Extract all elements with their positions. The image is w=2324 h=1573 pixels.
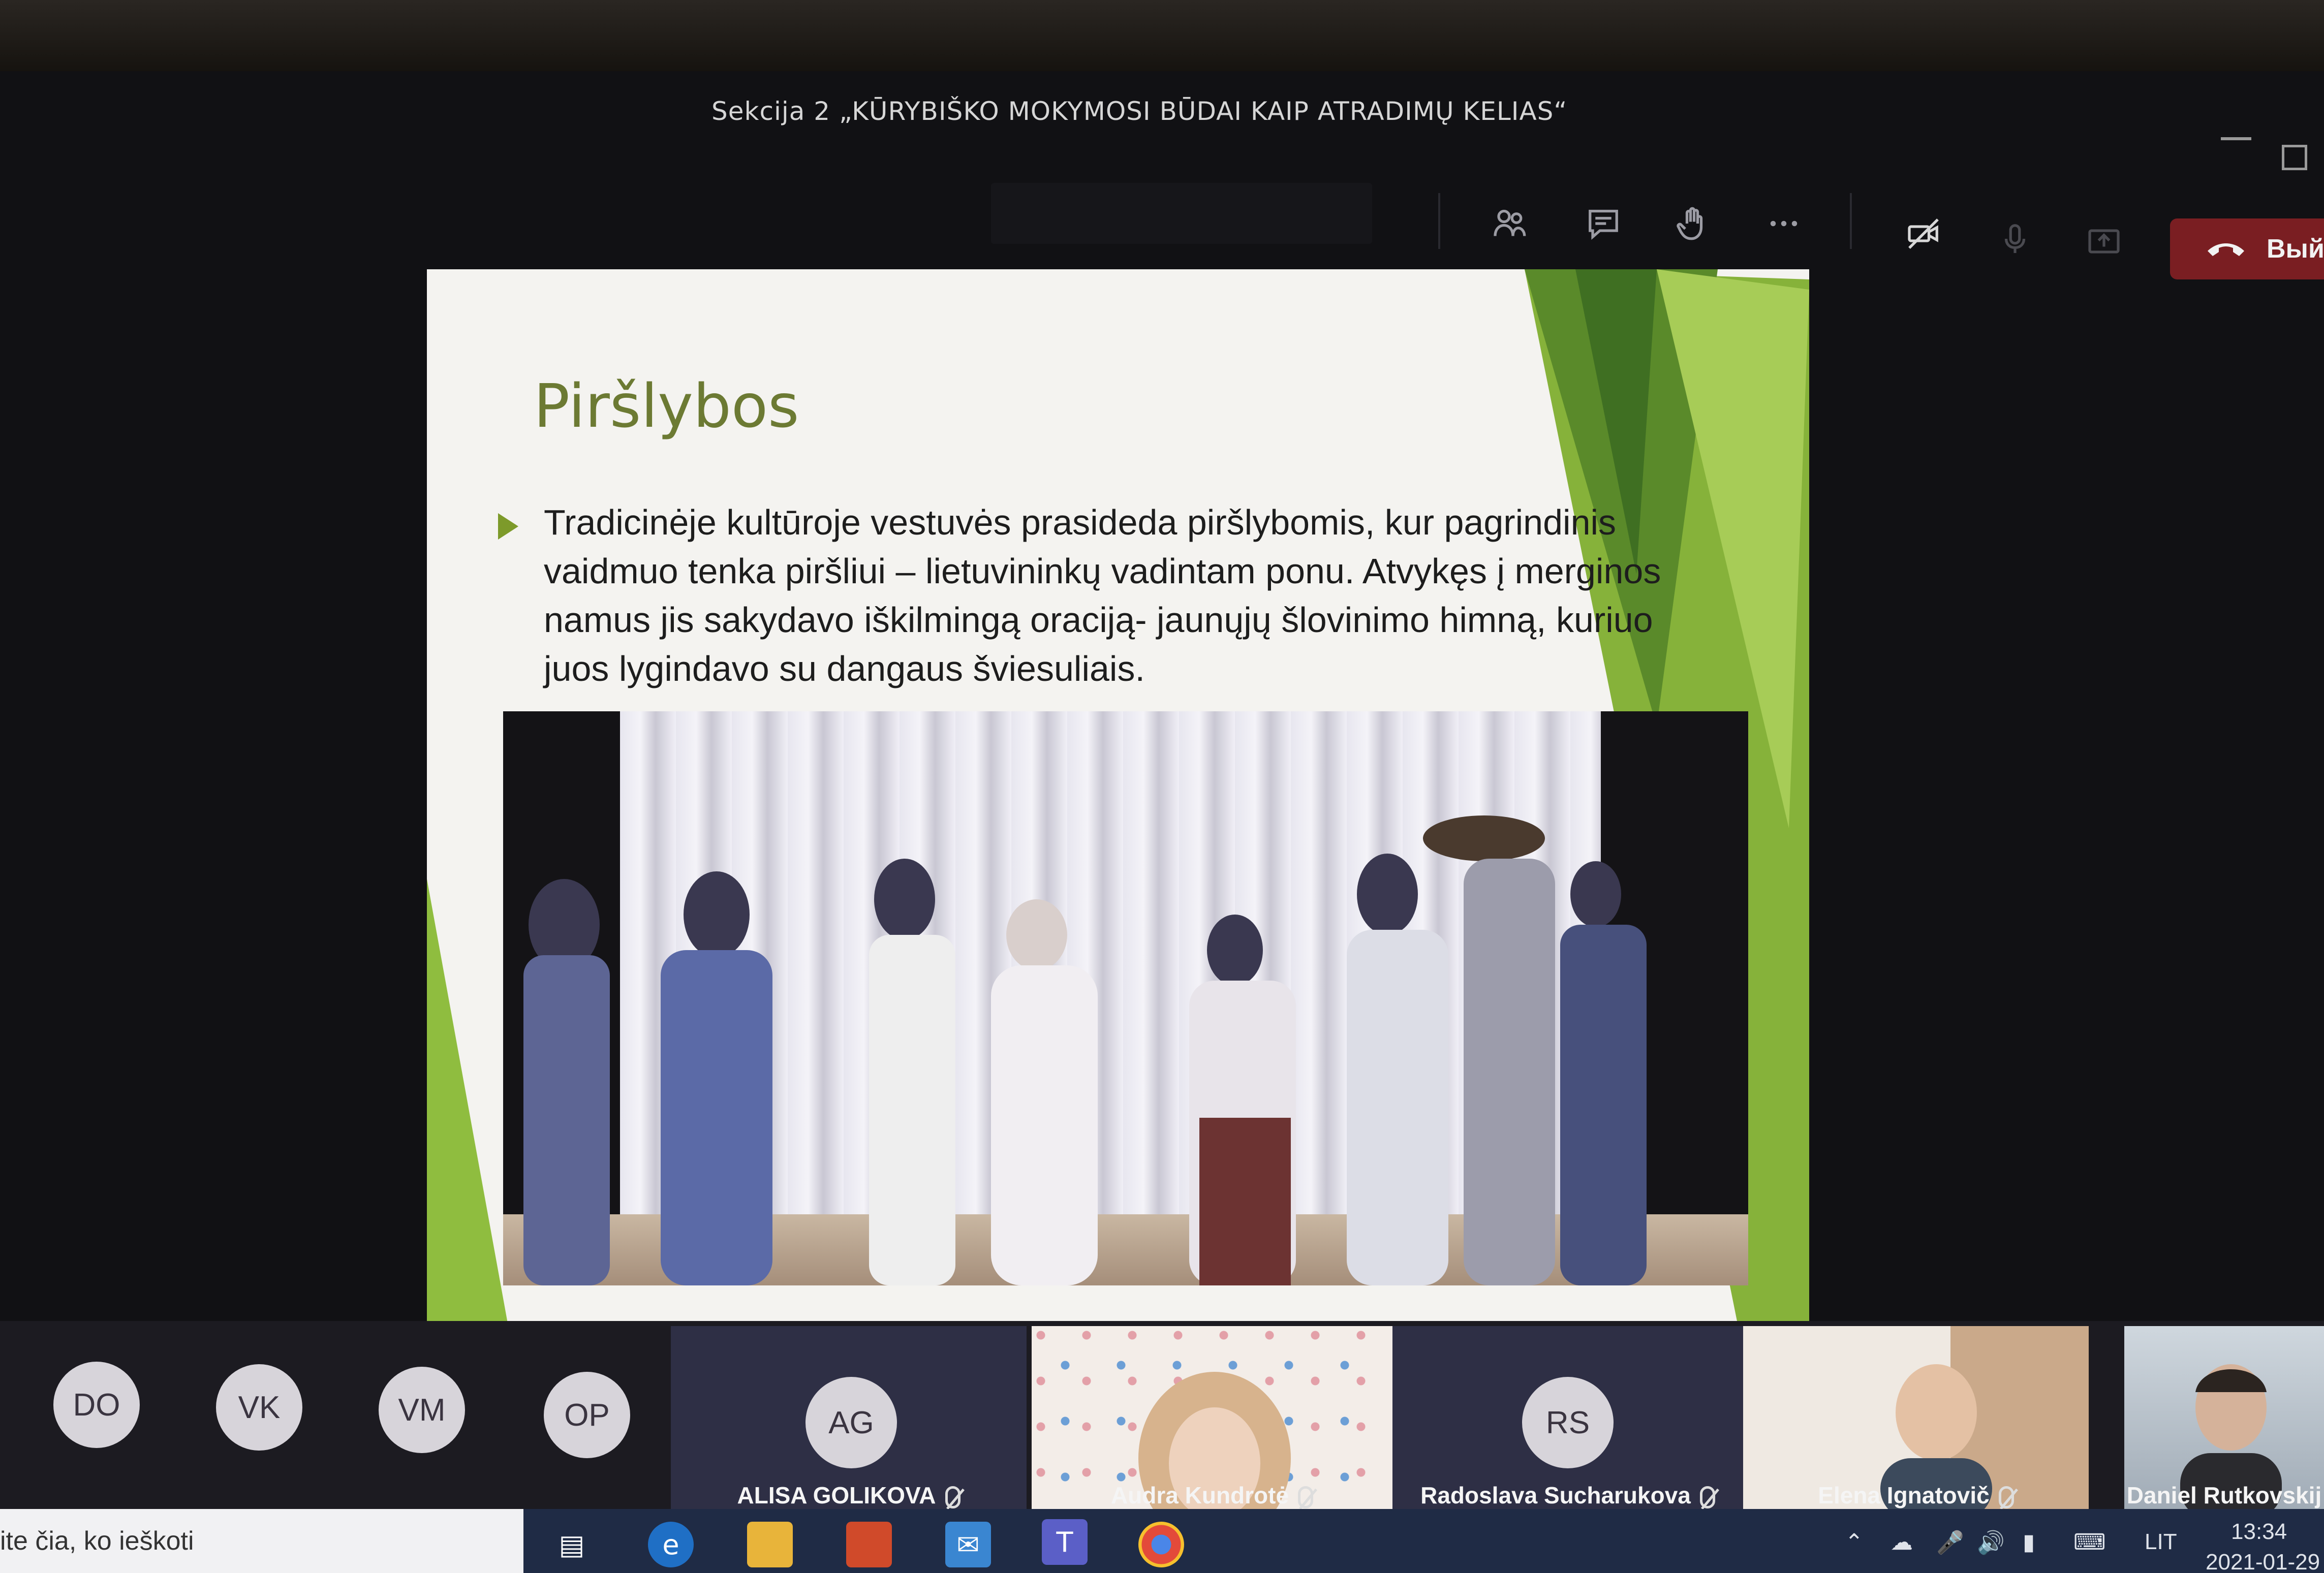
camera-off-icon[interactable] <box>1903 213 1944 254</box>
meeting-title: Sekcija 2 „KŪRYBIŠKO MOKYMOSI BŪDAI KAIP… <box>711 97 1568 126</box>
leave-button[interactable]: Выйт <box>2170 218 2324 279</box>
slide-bullet-text: Tradicinėje kultūroje vestuvės prasideda… <box>544 502 1661 688</box>
teams-icon[interactable]: T <box>1042 1519 1088 1565</box>
participant-avatar: RS <box>1522 1377 1614 1468</box>
participant-tile-video[interactable]: Audra Kundrotė <box>1032 1326 1392 1519</box>
slide-title: Piršlybos <box>534 371 799 441</box>
participant-name-text: ALISA GOLIKOVA <box>737 1482 936 1508</box>
minimize-button[interactable] <box>2221 137 2251 140</box>
participant-name: Elena Ignatovič <box>1743 1482 2089 1509</box>
keyboard-icon[interactable]: ⌨ <box>2073 1529 2106 1555</box>
monitor-bezel <box>0 0 2324 71</box>
battery-icon[interactable]: ▮ <box>2023 1529 2035 1555</box>
participant-tile[interactable]: RS Radoslava Sucharukova <box>1392 1326 1743 1519</box>
participant-avatar[interactable]: VK <box>216 1364 302 1451</box>
hang-up-icon <box>2208 243 2244 256</box>
participant-avatar[interactable]: DO <box>53 1362 140 1448</box>
mic-muted-icon <box>1699 1486 1715 1508</box>
microphone-icon[interactable]: 🎤 <box>1936 1529 1964 1556</box>
participant-name: ALISA GOLIKOVA <box>671 1482 1027 1509</box>
more-icon[interactable] <box>1763 203 1804 244</box>
toolbar-divider <box>1850 193 1852 249</box>
office-icon[interactable] <box>846 1522 892 1567</box>
photo-performers <box>523 815 1647 1285</box>
show-hidden-icons[interactable]: ⌃ <box>1845 1529 1864 1555</box>
maximize-button[interactable] <box>2282 145 2307 170</box>
participant-name: Audra Kundrotė <box>1032 1482 1392 1509</box>
chrome-icon[interactable] <box>1138 1522 1184 1567</box>
participants-icon[interactable] <box>1489 203 1530 244</box>
share-icon[interactable] <box>2084 221 2124 262</box>
slide-decoration-left <box>427 879 508 1326</box>
meeting-timer-area <box>991 183 1372 244</box>
participant-name-text: Audra Kundrotė <box>1110 1482 1289 1508</box>
participant-tile[interactable]: AG ALISA GOLIKOVA <box>671 1326 1027 1519</box>
mail-icon[interactable]: ✉ <box>945 1522 991 1567</box>
edge-browser-icon[interactable]: e <box>648 1522 694 1567</box>
mic-icon[interactable] <box>1995 218 2035 259</box>
participant-name: Daniel Rutkovskij <box>2126 1482 2322 1508</box>
participant-tile-video[interactable]: Elena Ignatovič <box>1743 1326 2089 1519</box>
toolbar-divider <box>1438 193 1440 249</box>
language-indicator[interactable]: LIT <box>2145 1529 2177 1555</box>
task-view-icon[interactable]: ▤ <box>549 1522 595 1567</box>
volume-icon[interactable]: 🔊 <box>1977 1529 2005 1556</box>
file-explorer-icon[interactable] <box>747 1522 793 1567</box>
participant-tile-video[interactable]: Daniel Rutkovskij <box>2124 1326 2324 1519</box>
participant-avatar: AG <box>805 1377 897 1468</box>
participant-name-text: Elena Ignatovič <box>1818 1482 1990 1508</box>
clock-date[interactable]: 2021-01-29 <box>2206 1550 2320 1573</box>
participant-name: Radoslava Sucharukova <box>1392 1482 1743 1509</box>
participant-avatar[interactable]: VM <box>379 1367 465 1453</box>
clock-time[interactable]: 13:34 <box>2231 1519 2287 1545</box>
mic-muted-icon <box>1298 1486 1314 1508</box>
mic-muted-icon <box>945 1486 960 1508</box>
chat-icon[interactable] <box>1583 203 1624 244</box>
slide-photo <box>503 711 1748 1285</box>
taskbar-search-input[interactable]: ite čia, ko ieškoti <box>0 1509 523 1573</box>
leave-button-label: Выйт <box>2267 234 2324 264</box>
onedrive-icon[interactable]: ☁ <box>1891 1529 1913 1555</box>
raise-hand-icon[interactable] <box>1672 203 1713 244</box>
participant-name-text: Radoslava Sucharukova <box>1420 1482 1691 1508</box>
mic-muted-icon <box>1998 1486 2014 1508</box>
bullet-arrow-icon <box>498 513 518 540</box>
shared-presentation-slide: Piršlybos Tradicinėje kultūroje vestuvės… <box>427 269 1809 1326</box>
participant-avatar[interactable]: OP <box>544 1372 630 1458</box>
